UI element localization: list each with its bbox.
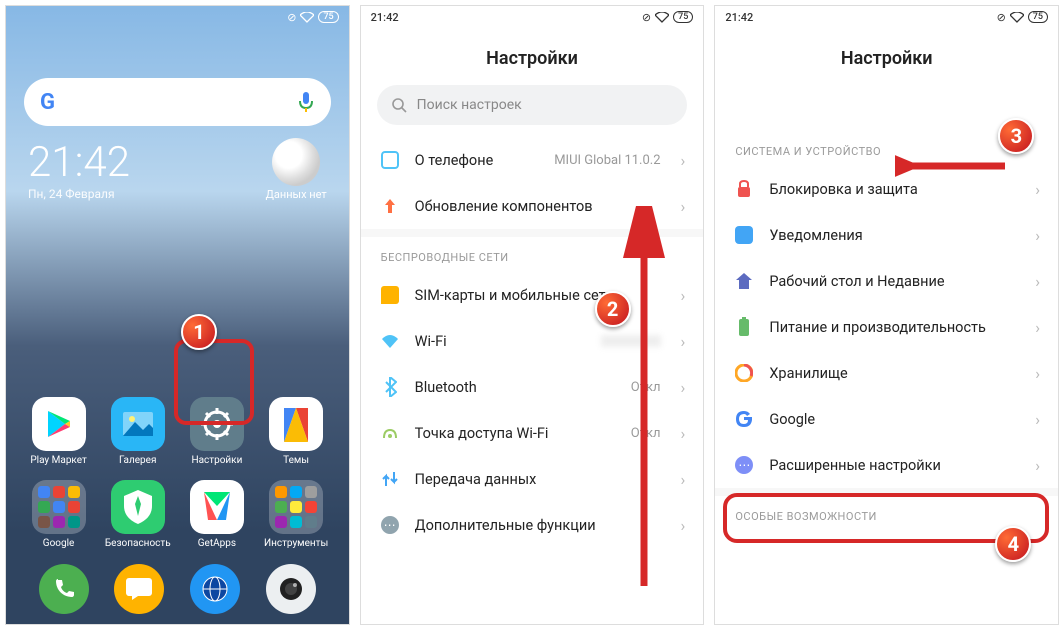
clock-date: Пн, 24 Февраля — [28, 187, 130, 201]
sim-icon — [379, 284, 401, 306]
app-play-market[interactable]: Play Маркет — [24, 397, 93, 466]
chevron-right-icon: › — [1035, 456, 1040, 475]
clock-time: 21:42 — [28, 138, 130, 187]
data-icon — [379, 468, 401, 490]
chevron-right-icon: › — [681, 424, 686, 443]
lock-icon — [733, 178, 755, 200]
scroll-up-arrow — [619, 206, 669, 596]
dnd-icon: ⊘ — [997, 11, 1006, 24]
chevron-right-icon: › — [1035, 410, 1040, 429]
app-folder-google[interactable]: Google — [24, 480, 93, 549]
statusbar: 21:42 ⊘ 75 — [715, 6, 1058, 28]
page-title: Настройки — [715, 48, 1058, 69]
row-power[interactable]: Питание и производительность › — [715, 304, 1058, 350]
notifications-icon — [733, 224, 755, 246]
hotspot-icon — [379, 422, 401, 444]
cloud-icon — [272, 138, 320, 186]
google-icon — [733, 408, 755, 430]
battery-icon: 75 — [673, 11, 693, 23]
chevron-right-icon: › — [1035, 226, 1040, 245]
dock-messages[interactable] — [114, 564, 164, 614]
wifi-icon — [1010, 12, 1024, 23]
chevron-right-icon: › — [681, 197, 686, 216]
row-notifications[interactable]: Уведомления › — [715, 212, 1058, 258]
chevron-right-icon: › — [681, 516, 686, 535]
chevron-right-icon: › — [1035, 180, 1040, 199]
app-themes[interactable]: Темы — [262, 397, 331, 466]
dnd-icon: ⊘ — [642, 11, 651, 24]
app-gallery[interactable]: Галерея — [103, 397, 172, 466]
chevron-right-icon: › — [1035, 364, 1040, 383]
weather-widget[interactable]: Данных нет — [266, 138, 327, 201]
more-icon: ⋯ — [379, 514, 401, 536]
mic-icon[interactable] — [297, 90, 315, 114]
status-time: 21:42 — [371, 11, 399, 24]
phone-icon — [379, 149, 401, 171]
google-logo: G — [40, 90, 55, 115]
battery-icon: 75 — [318, 11, 338, 23]
dock-phone[interactable] — [39, 564, 89, 614]
statusbar: 21:42 ⊘ 75 — [361, 6, 704, 28]
dock-camera[interactable] — [266, 564, 316, 614]
chevron-right-icon: › — [681, 332, 686, 351]
app-security[interactable]: Безопасность — [103, 480, 172, 549]
app-getapps[interactable]: GetApps — [182, 480, 251, 549]
row-home[interactable]: Рабочий стол и Недавние › — [715, 258, 1058, 304]
dock-browser[interactable] — [190, 564, 240, 614]
chevron-right-icon: › — [1035, 272, 1040, 291]
row-advanced-settings[interactable]: ⋯ Расширенные настройки › — [715, 442, 1058, 488]
google-search-bar[interactable]: G — [24, 78, 331, 126]
storage-icon — [733, 362, 755, 384]
statusbar: ⊘ 75 — [6, 6, 349, 28]
battery-icon: 75 — [1028, 11, 1048, 23]
clock-weather-widget[interactable]: 21:42 Пн, 24 Февраля Данных нет — [28, 138, 327, 201]
bluetooth-icon — [379, 376, 401, 398]
wifi-icon — [300, 12, 314, 23]
row-about-phone[interactable]: О телефоне MIUI Global 11.0.2 › — [361, 137, 704, 183]
highlight-settings-app — [174, 339, 254, 425]
step-badge-4: 4 — [995, 526, 1031, 562]
status-time: 21:42 — [725, 11, 753, 24]
row-storage[interactable]: Хранилище › — [715, 350, 1058, 396]
chevron-right-icon: › — [681, 378, 686, 397]
settings-search[interactable]: Поиск настроек — [377, 85, 688, 125]
arrow-to-section — [895, 151, 1015, 181]
update-icon — [379, 195, 401, 217]
chevron-right-icon: › — [681, 151, 686, 170]
battery-perf-icon — [733, 316, 755, 338]
more-icon: ⋯ — [733, 454, 755, 476]
step-badge-2: 2 — [595, 291, 631, 327]
app-folder-tools[interactable]: Инструменты — [262, 480, 331, 549]
chevron-right-icon: › — [681, 470, 686, 489]
settings-system-phone: 21:42 ⊘ 75 Настройки СИСТЕМА И УСТРОЙСТВ… — [714, 5, 1059, 625]
dock — [6, 564, 349, 614]
wifi-icon — [655, 12, 669, 23]
chevron-right-icon: › — [1035, 318, 1040, 337]
chevron-right-icon: › — [681, 286, 686, 305]
settings-main-phone: 21:42 ⊘ 75 Настройки Поиск настроек О те… — [360, 5, 705, 625]
home-icon — [733, 270, 755, 292]
step-badge-1: 1 — [181, 314, 217, 350]
page-title: Настройки — [361, 48, 704, 69]
row-google[interactable]: Google › — [715, 396, 1058, 442]
dnd-icon: ⊘ — [287, 11, 296, 24]
search-icon — [391, 97, 407, 113]
homescreen-phone: ⊘ 75 G 21:42 Пн, 24 Февраля Данных нет P… — [5, 5, 350, 625]
wifi-icon — [379, 330, 401, 352]
